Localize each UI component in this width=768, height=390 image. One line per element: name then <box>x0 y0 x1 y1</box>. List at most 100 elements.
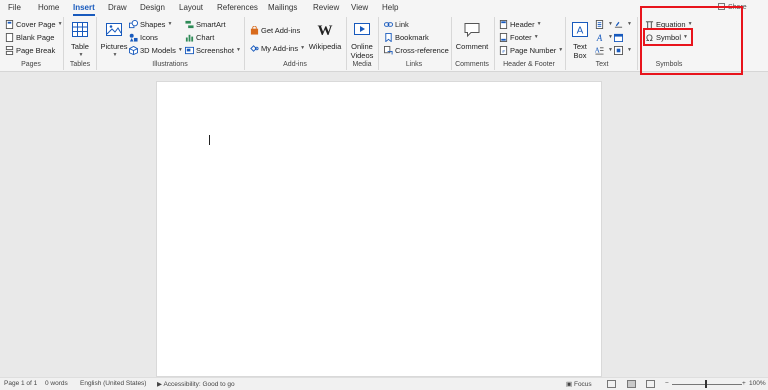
web-layout-icon[interactable] <box>646 380 655 388</box>
header-button[interactable]: Header ▼ <box>499 18 542 30</box>
link-label: Link <box>395 19 409 29</box>
footer-icon <box>499 32 508 42</box>
cover-page-button[interactable]: Cover Page ▼ <box>5 18 63 30</box>
pictures-dropdown-icon: ▼ <box>112 52 118 58</box>
chart-button[interactable]: Chart <box>185 31 214 43</box>
link-icon <box>384 21 393 27</box>
3d-models-button[interactable]: 3D Models ▼ <box>129 44 183 56</box>
tab-help[interactable]: Help <box>382 3 398 12</box>
my-addins-label: My Add-ins <box>261 43 299 53</box>
tab-review[interactable]: Review <box>313 3 339 12</box>
shapes-button[interactable]: Shapes ▼ <box>129 18 172 30</box>
cover-page-label: Cover Page <box>16 19 56 29</box>
shapes-label: Shapes <box>140 19 166 29</box>
ribbon-divider <box>63 17 64 70</box>
blank-page-label: Blank Page <box>16 32 55 42</box>
text-box-icon: A <box>572 22 588 37</box>
word-count[interactable]: 0 words <box>45 380 68 387</box>
wordart-button[interactable]: A ▼ <box>595 31 613 43</box>
text-box-label-line1: Text <box>573 42 587 51</box>
zoom-slider[interactable] <box>672 384 742 385</box>
ribbon-divider <box>451 17 452 70</box>
zoom-slider-thumb[interactable] <box>705 380 707 388</box>
cross-reference-button[interactable]: Cross-reference <box>384 44 449 56</box>
zoom-in-icon[interactable]: + <box>742 380 746 387</box>
screenshot-button[interactable]: Screenshot ▼ <box>185 44 241 56</box>
tab-design[interactable]: Design <box>140 3 165 12</box>
wordart-icon: A <box>596 33 603 42</box>
addins-icon <box>250 44 259 52</box>
link-button[interactable]: Link <box>384 18 409 30</box>
table-label: Table <box>71 42 89 51</box>
smartart-button[interactable]: SmartArt <box>185 18 226 30</box>
blank-page-button[interactable]: Blank Page <box>5 31 54 43</box>
tab-references[interactable]: References <box>217 3 258 12</box>
page-break-button[interactable]: Page Break <box>5 44 55 56</box>
table-button[interactable]: Table ▼ <box>68 21 92 60</box>
calendar-icon <box>614 33 623 42</box>
page-number-icon: # <box>499 45 508 55</box>
header-label: Header <box>510 19 535 29</box>
pictures-icon <box>106 23 122 36</box>
ribbon-divider <box>378 17 379 70</box>
page-count[interactable]: Page 1 of 1 <box>4 380 37 387</box>
group-label-addins: Add-ins <box>283 61 307 68</box>
3d-models-label: 3D Models <box>140 45 176 55</box>
svg-text:A: A <box>595 46 601 54</box>
cross-reference-label: Cross-reference <box>395 45 449 55</box>
icons-button[interactable]: Icons <box>129 31 158 43</box>
print-layout-icon[interactable] <box>627 380 636 388</box>
quick-parts-button[interactable]: ▼ <box>595 18 613 30</box>
wikipedia-button[interactable]: W Wikipedia <box>308 21 342 51</box>
blank-page-icon <box>5 32 14 42</box>
tab-view[interactable]: View <box>351 3 368 12</box>
quick-parts-icon <box>595 19 604 29</box>
object-button[interactable]: ▼ <box>614 44 632 56</box>
chart-label: Chart <box>196 32 215 42</box>
group-label-media: Media <box>352 61 372 68</box>
ribbon-divider <box>565 17 566 70</box>
pictures-button[interactable]: Pictures ▼ <box>99 21 129 60</box>
signature-line-icon <box>614 21 623 28</box>
read-mode-icon[interactable] <box>607 380 616 388</box>
group-label-illustrations: Illustrations <box>152 61 188 68</box>
page-break-label: Page Break <box>16 45 56 55</box>
tab-file[interactable]: File <box>8 3 21 12</box>
text-box-button[interactable]: A Text Box <box>568 21 592 60</box>
focus-button[interactable]: ▣ Focus <box>566 380 592 388</box>
signature-line-button[interactable]: ▼ <box>614 18 632 30</box>
tab-home[interactable]: Home <box>38 3 59 12</box>
footer-button[interactable]: Footer ▼ <box>499 31 539 43</box>
tab-insert[interactable]: Insert <box>73 3 95 16</box>
get-addins-button[interactable]: Get Add-ins <box>250 24 300 36</box>
tab-draw[interactable]: Draw <box>108 3 127 12</box>
wikipedia-label: Wikipedia <box>308 42 342 51</box>
comment-button[interactable]: Comment <box>455 21 489 51</box>
language-indicator[interactable]: English (United States) <box>80 380 146 387</box>
document-page[interactable] <box>156 81 602 377</box>
my-addins-button[interactable]: My Add-ins ▼ <box>250 42 305 54</box>
ribbon-divider <box>346 17 347 70</box>
tab-mailings[interactable]: Mailings <box>268 3 297 12</box>
zoom-level[interactable]: 100% <box>749 380 766 387</box>
ribbon-divider <box>637 17 638 70</box>
tab-layout[interactable]: Layout <box>179 3 203 12</box>
ribbon-divider <box>244 17 245 70</box>
svg-text:W: W <box>318 23 333 38</box>
online-videos-label-line2: Videos <box>350 51 374 60</box>
bookmark-button[interactable]: Bookmark <box>384 31 429 43</box>
page-number-button[interactable]: # Page Number ▼ <box>499 44 563 56</box>
svg-text:A: A <box>577 26 584 37</box>
online-videos-button[interactable]: Online Videos <box>349 21 375 60</box>
bookmark-label: Bookmark <box>395 32 429 42</box>
shapes-icon <box>129 19 138 28</box>
text-box-label-line2: Box <box>573 51 587 60</box>
accessibility-status[interactable]: ▶ Accessibility: Good to go <box>157 380 235 388</box>
date-time-button[interactable] <box>614 31 625 43</box>
icons-label: Icons <box>140 32 158 42</box>
footer-label: Footer <box>510 32 532 42</box>
zoom-out-icon[interactable]: − <box>665 380 669 387</box>
table-dropdown-icon: ▼ <box>78 52 84 58</box>
drop-cap-button[interactable]: A ▼ <box>595 44 613 56</box>
ribbon-divider <box>494 17 495 70</box>
